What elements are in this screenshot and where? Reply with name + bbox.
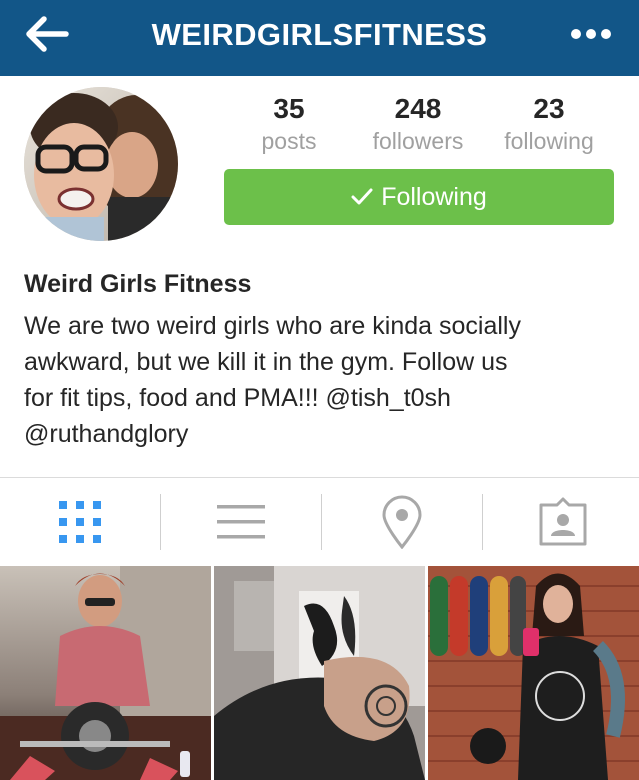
more-dots-icon [571, 29, 611, 39]
post-thumbnail-3[interactable] [428, 566, 639, 780]
post-photo-2 [214, 566, 425, 780]
tab-tagged-view[interactable] [483, 478, 639, 566]
checkmark-icon [351, 188, 373, 205]
profile-username-title: WEIRDGIRLSFITNESS [151, 17, 488, 52]
posts-grid [0, 566, 639, 780]
grid-icon [58, 501, 101, 543]
posts-label: posts [261, 128, 317, 154]
followers-label: followers [372, 128, 464, 154]
posts-stat: 35 posts [229, 92, 349, 156]
top-nav-bar: WEIRDGIRLSFITNESS [0, 0, 639, 76]
avatar-photo [24, 87, 178, 241]
tagged-photos-icon [539, 497, 586, 546]
list-icon [216, 505, 265, 539]
tab-map-view[interactable] [322, 478, 481, 566]
followers-count: 248 [394, 93, 442, 124]
bio-line: @ruthandglory [24, 420, 189, 448]
tab-list-view[interactable] [161, 478, 320, 566]
bio-line: for fit tips, food and PMA!!! @tish_t0sh [24, 384, 451, 412]
following-count: 23 [533, 93, 565, 124]
followers-stat[interactable]: 248 followers [358, 92, 478, 156]
bio-line: We are two weird girls who are kinda soc… [24, 312, 521, 340]
profile-avatar[interactable] [24, 87, 178, 241]
more-options-button[interactable] [565, 16, 617, 52]
location-pin-icon [381, 495, 422, 549]
profile-full-name: Weird Girls Fitness [24, 270, 252, 298]
following-label: following [504, 128, 594, 154]
profile-tab-bar [0, 477, 639, 565]
following-button[interactable]: Following [224, 169, 614, 225]
following-button-label: Following [381, 182, 487, 211]
bio-line: awkward, but we kill it in the gym. Foll… [24, 348, 508, 376]
post-photo-1 [0, 566, 211, 780]
post-thumbnail-1[interactable] [0, 566, 211, 780]
post-photo-3 [428, 566, 639, 780]
following-stat[interactable]: 23 following [489, 92, 609, 156]
tab-grid-view[interactable] [0, 478, 159, 566]
profile-bio: We are two weird girls who are kinda soc… [24, 308, 624, 452]
post-thumbnail-2[interactable] [214, 566, 425, 780]
posts-count: 35 [273, 93, 305, 124]
